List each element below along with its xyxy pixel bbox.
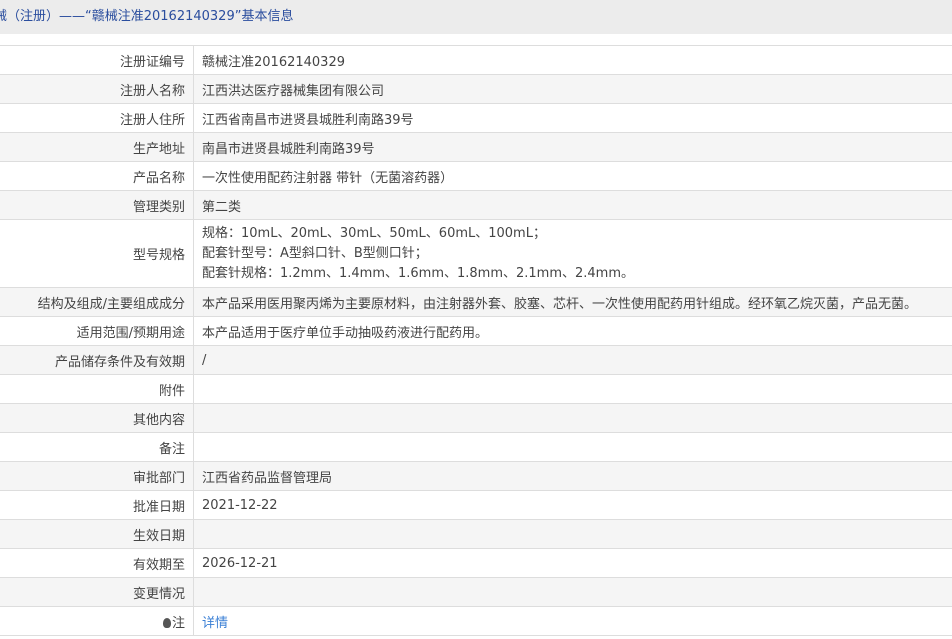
row-value: 本产品采用医用聚丙烯为主要原材料，由注射器外套、胶塞、芯杆、一次性使用配药用针组… [193,287,952,317]
row-label: 备注 [0,432,194,462]
row-label: 注册人名称 [0,74,194,104]
row-label-text: 产品储存条件及有效期 [54,354,185,370]
row-label-text: 批准日期 [132,499,185,515]
row-value-text: 赣械注准20162140329 [202,54,345,70]
lightbulb-icon [162,617,171,628]
row-value [193,432,952,462]
spec-line: 规格：10mL、20mL、30mL、50mL、60mL、100mL； [202,225,546,241]
row-label: 产品储存条件及有效期 [0,345,194,375]
row-label-text: 注 [171,615,185,631]
row-label-text: 结构及组成/主要组成成分 [37,296,185,312]
row-label-text: 附件 [158,383,185,399]
row-value: 江西洪达医疗器械集团有限公司 [193,74,952,104]
row-value: 赣械注准20162140329 [193,45,952,75]
row-label-text: 适用范围/预期用途 [76,325,185,341]
row-value: 详情 [193,606,952,636]
row-label: 产品名称 [0,161,194,191]
table-row: 附件 [0,374,952,404]
row-label: 其他内容 [0,403,194,433]
row-label-text: 型号规格 [132,248,185,263]
row-label: 型号规格 [0,219,194,288]
row-label-text: 有效期至 [132,557,185,573]
table-row: 审批部门 江西省药品监督管理局 [0,461,952,491]
spec-line: 配套针型号：A型斜口针、B型侧口针； [202,245,428,261]
row-label-text: 审批部门 [132,470,185,486]
table-row: 批准日期 2021-12-22 [0,490,952,520]
row-label: 注册人住所 [0,103,194,133]
row-label: 变更情况 [0,577,194,607]
row-label-text: 注册人住所 [119,112,185,128]
row-value: 江西省南昌市进贤县城胜利南路39号 [193,103,952,133]
row-value: 2026-12-21 [193,548,952,578]
page-title: 械（注册）——“赣械注准20162140329”基本信息 [0,0,952,34]
row-label: 审批部门 [0,461,194,491]
row-value-text: 2026-12-21 [202,555,278,571]
row-value [193,374,952,404]
row-label: 附件 [0,374,194,404]
row-value: 江西省药品监督管理局 [193,461,952,491]
row-label: 结构及组成/主要组成成分 [0,287,194,317]
row-value [193,577,952,607]
row-value-text: 第二类 [202,199,242,215]
row-label-text: 管理类别 [132,199,185,215]
row-label-text: 生产地址 [132,141,185,157]
row-value: 本产品适用于医疗单位手动抽吸药液进行配药用。 [193,316,952,346]
row-label: 生产地址 [0,132,194,162]
table-row: 其他内容 [0,403,952,433]
row-label-text: 其他内容 [132,412,185,428]
row-label-text: 变更情况 [132,586,185,602]
row-value-text: 江西洪达医疗器械集团有限公司 [202,83,385,99]
row-label: 生效日期 [0,519,194,549]
table-row: 生产地址 南昌市进贤县城胜利南路39号 [0,132,952,162]
row-value-text: 本产品适用于医疗单位手动抽吸药液进行配药用。 [202,325,489,341]
row-label: 适用范围/预期用途 [0,316,194,346]
row-label-text: 注册人名称 [119,83,185,99]
row-value: 第二类 [193,190,952,220]
table-row: 注 详情 [0,606,952,636]
row-label: 注册证编号 [0,45,194,75]
row-value-text: 2021-12-22 [202,497,278,513]
table-row: 生效日期 [0,519,952,549]
table-row: 适用范围/预期用途 本产品适用于医疗单位手动抽吸药液进行配药用。 [0,316,952,346]
table-row: 管理类别 第二类 [0,190,952,220]
row-label-text: 注册证编号 [119,54,185,70]
row-label-text: 生效日期 [132,528,185,544]
row-value-text: 本产品采用医用聚丙烯为主要原材料，由注射器外套、胶塞、芯杆、一次性使用配药用针组… [202,296,918,312]
table-row: 注册人名称 江西洪达医疗器械集团有限公司 [0,74,952,104]
row-label: 有效期至 [0,548,194,578]
row-value-text: 江西省南昌市进贤县城胜利南路39号 [202,112,414,128]
table-row: 备注 [0,432,952,462]
row-value: 2021-12-22 [193,490,952,520]
row-value: 规格：10mL、20mL、30mL、50mL、60mL、100mL； 配套针型号：… [193,219,952,288]
table-row: 结构及组成/主要组成成分 本产品采用医用聚丙烯为主要原材料，由注射器外套、胶塞、芯… [0,287,952,317]
table-row: 注册证编号 赣械注准20162140329 [0,45,952,75]
row-value-text: 一次性使用配药注射器 带针（无菌溶药器） [202,170,454,186]
table-row: 产品储存条件及有效期 / [0,345,952,375]
spec-line: 配套针规格：1.2mm、1.4mm、1.6mm、1.8mm、2.1mm、2.4m… [202,265,635,281]
row-value-text: 南昌市进贤县城胜利南路39号 [202,141,375,157]
row-label: 批准日期 [0,490,194,520]
row-label-text: 产品名称 [132,170,185,186]
row-value-text: 江西省药品监督管理局 [202,470,333,486]
row-value-text: / [202,352,207,368]
row-value [193,519,952,549]
table-row: 有效期至 2026-12-21 [0,548,952,578]
table-row: 产品名称 一次性使用配药注射器 带针（无菌溶药器） [0,161,952,191]
details-link[interactable]: 详情 [202,616,228,631]
table-row: 注册人住所 江西省南昌市进贤县城胜利南路39号 [0,103,952,133]
row-value: / [193,345,952,375]
row-label: 管理类别 [0,190,194,220]
table-row: 型号规格 规格：10mL、20mL、30mL、50mL、60mL、100mL； 配套… [0,219,952,288]
row-label-text: 备注 [158,441,185,457]
row-value: 一次性使用配药注射器 带针（无菌溶药器） [193,161,952,191]
row-label: 注 [0,606,194,636]
row-value: 南昌市进贤县城胜利南路39号 [193,132,952,162]
table-row: 变更情况 [0,577,952,607]
info-table: 注册证编号 赣械注准20162140329 注册人名称 江西洪达医疗器械集团有限公司注… [0,45,952,636]
row-value [193,403,952,433]
